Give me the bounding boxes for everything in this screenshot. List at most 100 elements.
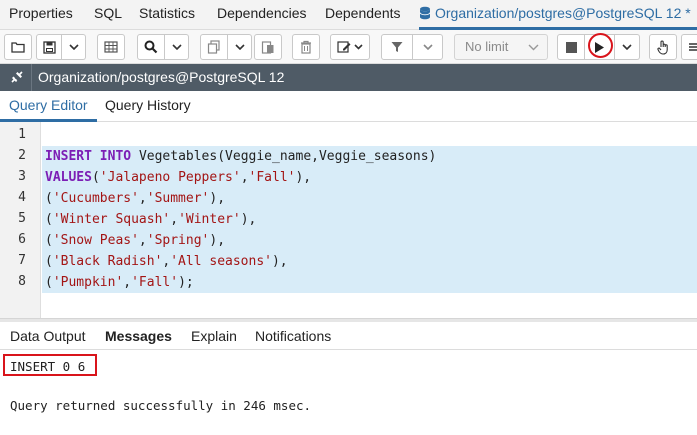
sql-punctuation: , bbox=[138, 233, 147, 248]
execute-options-dropdown[interactable] bbox=[615, 34, 640, 60]
chevron-down-icon bbox=[234, 44, 245, 50]
sql-punctuation: ), bbox=[295, 170, 312, 185]
code-line[interactable]: ('Cucumbers','Summer'), bbox=[42, 188, 697, 209]
connection-divider bbox=[31, 64, 32, 91]
sql-punctuation: ) bbox=[428, 149, 437, 164]
line-number-gutter: 1 2 3 4 5 6 7 8 bbox=[0, 122, 41, 318]
sql-punctuation: ); bbox=[178, 275, 194, 290]
code-line[interactable]: ('Snow Peas','Spring'), bbox=[42, 230, 697, 251]
sql-punctuation: ( bbox=[45, 191, 53, 206]
code-line[interactable]: INSERT INTO Vegetables(Veggie_name,Veggi… bbox=[42, 146, 697, 167]
filter-options-dropdown[interactable] bbox=[413, 34, 443, 60]
tab-properties[interactable]: Properties bbox=[9, 0, 73, 30]
tab-dependencies[interactable]: Dependencies bbox=[217, 0, 307, 30]
edit-rows-button[interactable] bbox=[97, 34, 125, 60]
connection-title[interactable]: Organization/postgres@PostgreSQL 12 bbox=[38, 64, 284, 91]
sql-string-literal: 'All seasons' bbox=[170, 254, 272, 269]
sql-punctuation: ( bbox=[217, 149, 226, 164]
output-tab-bar: Data Output Messages Explain Notificatio… bbox=[0, 322, 697, 350]
code-line[interactable]: ('Pumpkin','Fall'); bbox=[42, 272, 697, 293]
code-line[interactable]: VALUES('Jalapeno Peppers','Fall'), bbox=[42, 167, 697, 188]
chevron-down-icon bbox=[171, 44, 182, 50]
tab-dependents[interactable]: Dependents bbox=[325, 0, 401, 30]
delete-button[interactable] bbox=[292, 34, 320, 60]
sql-string-literal: 'Winter Squash' bbox=[52, 212, 171, 227]
sql-identifier: Veggie_name bbox=[225, 149, 312, 164]
tab-query-tool[interactable]: Organization/postgres@PostgreSQL 12 * bbox=[419, 0, 697, 30]
stop-icon bbox=[565, 41, 577, 53]
connection-status-icon[interactable] bbox=[9, 69, 25, 88]
sql-punctuation: , bbox=[311, 149, 319, 164]
sql-string-literal: 'Pumpkin' bbox=[52, 275, 124, 290]
cancel-query-button[interactable] bbox=[557, 34, 585, 60]
filter-button[interactable] bbox=[381, 34, 413, 60]
menu-icon bbox=[688, 42, 697, 52]
tab-explain[interactable]: Explain bbox=[191, 322, 237, 350]
tab-notifications[interactable]: Notifications bbox=[255, 322, 331, 350]
annotation-circle bbox=[588, 33, 613, 58]
tab-messages[interactable]: Messages bbox=[105, 322, 172, 350]
sql-punctuation: ( bbox=[45, 275, 53, 290]
code-line[interactable]: ('Black Radish','All seasons'), bbox=[42, 251, 697, 272]
edit-menu-button[interactable] bbox=[330, 34, 370, 60]
delete-icon bbox=[300, 40, 312, 54]
find-options-dropdown[interactable] bbox=[165, 34, 189, 60]
chevron-down-icon bbox=[622, 44, 632, 50]
tab-sql[interactable]: SQL bbox=[94, 0, 122, 30]
sql-punctuation: ), bbox=[209, 233, 226, 248]
sql-identifier: Vegetables bbox=[138, 149, 218, 164]
line-number: 1 bbox=[18, 127, 26, 142]
sql-punctuation: ), bbox=[209, 191, 226, 206]
tab-query-tool-label: Organization/postgres@PostgreSQL 12 * bbox=[435, 5, 691, 21]
database-icon bbox=[419, 2, 431, 29]
sql-punctuation: ), bbox=[271, 254, 288, 269]
status-message: Query returned successfully in 246 msec. bbox=[10, 398, 312, 413]
save-options-dropdown[interactable] bbox=[62, 34, 86, 60]
sql-string-literal: 'Spring' bbox=[146, 233, 210, 248]
sql-punctuation: ( bbox=[45, 233, 53, 248]
tab-query-history[interactable]: Query History bbox=[105, 91, 191, 122]
code-line[interactable] bbox=[42, 125, 697, 146]
more-button[interactable] bbox=[681, 34, 697, 60]
tab-query-editor-label: Query Editor bbox=[9, 97, 88, 113]
line-number: 8 bbox=[18, 274, 26, 289]
connection-bar: Organization/postgres@PostgreSQL 12 bbox=[0, 64, 697, 91]
code-line[interactable]: ('Winter Squash','Winter'), bbox=[42, 209, 697, 230]
macros-button[interactable] bbox=[649, 34, 677, 60]
panel-tab-bar: Properties SQL Statistics Dependencies D… bbox=[0, 0, 697, 30]
sql-keyword: VALUES bbox=[45, 170, 92, 185]
sql-punctuation: ), bbox=[240, 212, 257, 227]
tab-statistics[interactable]: Statistics bbox=[139, 0, 195, 30]
grid-icon bbox=[104, 41, 118, 53]
find-button[interactable] bbox=[137, 34, 165, 60]
sql-string-literal: 'Winter' bbox=[178, 212, 241, 227]
save-file-button[interactable] bbox=[36, 34, 62, 60]
sql-string-literal: 'Jalapeno Peppers' bbox=[99, 170, 241, 185]
sql-punctuation: ( bbox=[45, 212, 53, 227]
folder-open-icon bbox=[11, 41, 25, 53]
sql-string-literal: 'Snow Peas' bbox=[52, 233, 139, 248]
line-number: 2 bbox=[18, 148, 26, 163]
filter-icon bbox=[391, 41, 403, 53]
paste-button[interactable] bbox=[254, 34, 282, 60]
annotation-box bbox=[3, 354, 97, 376]
messages-panel: INSERT 0 6 Query returned successfully i… bbox=[0, 351, 697, 435]
copy-button[interactable] bbox=[200, 34, 228, 60]
copy-options-dropdown[interactable] bbox=[228, 34, 252, 60]
tab-data-output[interactable]: Data Output bbox=[10, 322, 86, 350]
line-number: 4 bbox=[18, 190, 26, 205]
tab-query-editor[interactable]: Query Editor bbox=[0, 91, 97, 122]
sql-editor[interactable]: 1 2 3 4 5 6 7 8 INSERT INTO Vegetables(V… bbox=[0, 122, 697, 318]
sql-identifier: Veggie_seasons bbox=[318, 149, 429, 164]
sql-punctuation: ( bbox=[91, 170, 100, 185]
search-icon bbox=[144, 40, 158, 54]
open-file-button[interactable] bbox=[4, 34, 32, 60]
sql-keyword: INSERT bbox=[45, 149, 92, 164]
row-limit-select[interactable]: No limit bbox=[454, 34, 548, 60]
editor-tab-bar: Query Editor Query History bbox=[0, 91, 697, 122]
chevron-down-icon bbox=[528, 35, 539, 59]
sql-punctuation: , bbox=[170, 212, 179, 227]
pointer-icon bbox=[656, 40, 670, 55]
paste-icon bbox=[261, 40, 275, 54]
copy-icon bbox=[207, 40, 221, 54]
